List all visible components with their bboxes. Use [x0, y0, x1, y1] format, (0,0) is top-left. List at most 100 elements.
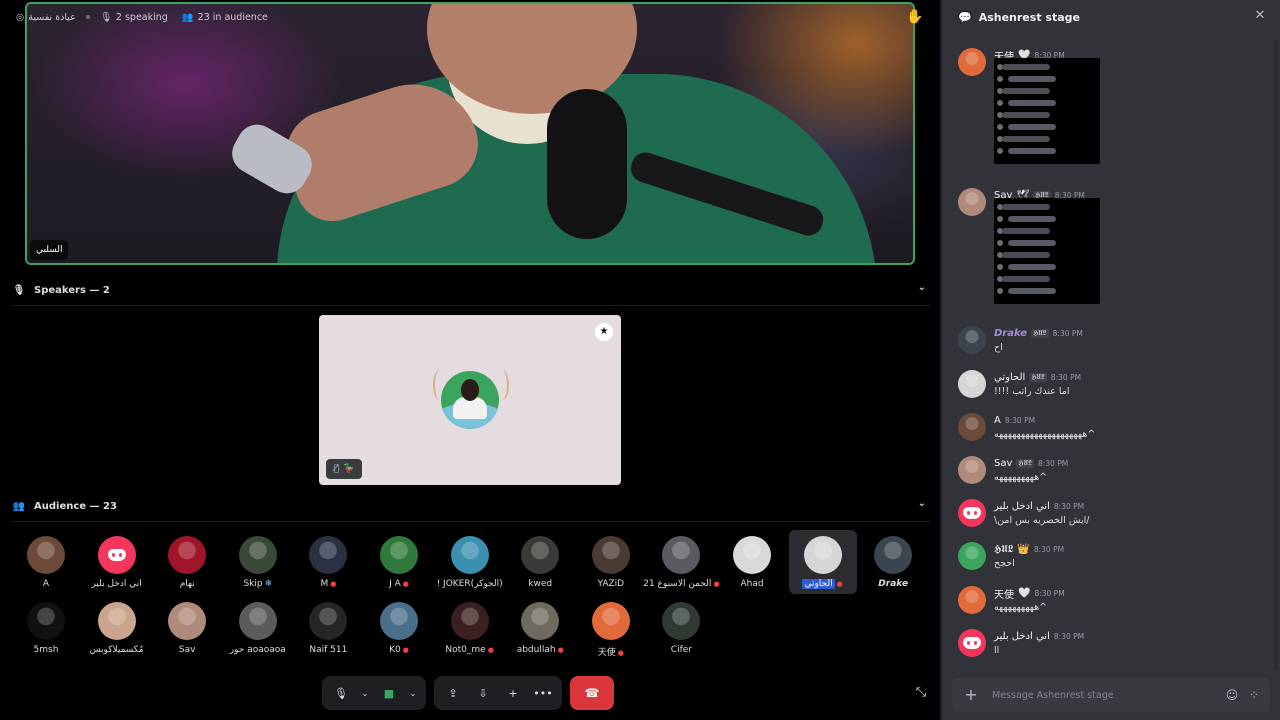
chat-header: 💬 Ashenrest stage	[942, 0, 1280, 34]
audience-member[interactable]: Drake	[859, 530, 927, 594]
audience-member[interactable]: اني ادخل بلير	[83, 530, 151, 594]
message-timestamp: 8:30 PM	[1033, 544, 1065, 554]
message-avatar[interactable]	[958, 586, 986, 614]
mic-group: 🎙 ⌄ ■ ⌄	[322, 676, 426, 710]
audience-member[interactable]: 天使 ●	[577, 596, 645, 660]
share-screen-button[interactable]: ⇪	[440, 680, 466, 706]
chat-panel: 💬 Ashenrest stage ✕ 天使 🤍 8:30 PM Sav 🕊 𝕳𝖀𝕷 8:3…	[940, 0, 1280, 720]
audience-member[interactable]: مُكسميلاكوبس	[83, 596, 151, 660]
chat-message[interactable]: اني ادخل بلير 8:30 PM اا	[958, 629, 1274, 669]
emoji-icon[interactable]: ☺	[1224, 687, 1240, 703]
chat-message[interactable]: Drake 𝕳𝖀𝕷 8:30 PM اح	[958, 326, 1274, 366]
audience-member[interactable]: حور aoaoaoa	[224, 596, 292, 660]
chat-message[interactable]: الحاوتي 𝕳𝖀𝕷 8:30 PM !!!! اما عندك راتب	[958, 370, 1274, 410]
message-avatar[interactable]	[958, 629, 986, 657]
message-header: اني ادخل بلير 8:30 PM	[994, 629, 1084, 643]
audience-member-name: الحمن الاسبوع 21 ●	[643, 579, 720, 589]
audience-member-name: J A ●	[389, 579, 409, 589]
audience-member[interactable]: Skip ❄	[224, 530, 292, 594]
message-input[interactable]	[992, 686, 1212, 704]
leave-stage-button[interactable]: ☎	[570, 676, 614, 710]
move-to-audience-button[interactable]: ⇩	[470, 680, 496, 706]
chat-message[interactable]: Sav 𝕳𝖀𝕷 8:30 PM هههههههههه^	[958, 456, 1274, 496]
audience-member[interactable]: J A ●	[365, 530, 433, 594]
message-avatar[interactable]	[958, 456, 986, 484]
muted-icon: ●	[402, 646, 409, 654]
message-username[interactable]: A	[994, 415, 1001, 426]
audience-text: 23 in audience	[197, 11, 268, 23]
audience-member[interactable]: 5msh	[12, 596, 80, 660]
mic-options-chevron-icon[interactable]: ⌄	[358, 680, 372, 706]
message-avatar[interactable]	[958, 188, 986, 216]
muted-mic-icon: 🎙̸	[333, 464, 340, 474]
message-timestamp: 8:30 PM	[1050, 372, 1082, 382]
chat-scrollbar[interactable]	[1274, 40, 1278, 670]
chat-message[interactable]: A 8:30 PM ههههههههههههههههههههه^	[958, 413, 1274, 453]
message-avatar[interactable]	[958, 370, 986, 398]
mic-button[interactable]: 🎙	[328, 680, 354, 706]
audience-member[interactable]: الحمن الاسبوع 21 ●	[643, 530, 720, 594]
avatar	[380, 536, 418, 574]
chevron-down-icon[interactable]: ⌄	[918, 498, 926, 509]
message-username[interactable]: Drake	[994, 328, 1027, 339]
audience-member[interactable]: ! JOKER(الجوكر)	[436, 530, 504, 594]
message-timestamp: 8:30 PM	[1004, 415, 1036, 425]
audience-member[interactable]: kwed	[506, 530, 574, 594]
message-image[interactable]	[994, 58, 1100, 164]
message-text: اا	[994, 645, 1000, 656]
close-icon[interactable]: ✕	[1252, 8, 1268, 24]
invite-button[interactable]: +	[500, 680, 526, 706]
video-tile[interactable]	[25, 2, 915, 265]
message-avatar[interactable]	[958, 48, 986, 76]
message-username[interactable]: الحاوتي	[994, 372, 1025, 383]
message-username[interactable]: اني ادخل بلير	[994, 501, 1050, 512]
audience-member-name: 5msh	[33, 645, 59, 655]
message-username[interactable]: اني ادخل بلير	[994, 631, 1050, 642]
chat-message[interactable]: 𝕳𝖀𝕷 👑 8:30 PM احجح	[958, 542, 1274, 582]
audience-member[interactable]: Sav	[153, 596, 221, 660]
chevron-down-icon[interactable]: ⌄	[918, 282, 926, 293]
message-username[interactable]: 𝕳𝖀𝕷	[994, 544, 1013, 555]
audience-member[interactable]: نهام	[153, 530, 221, 594]
audience-member[interactable]: الحاوتي ●	[788, 530, 857, 594]
apps-icon[interactable]: ⁘	[1246, 687, 1262, 703]
audience-member[interactable]: A	[12, 530, 80, 594]
chat-message[interactable]: 天使 🤍 8:30 PM	[958, 48, 1274, 178]
audience-member[interactable]: Naif 511	[294, 596, 362, 660]
speakers-section-header[interactable]: 🎙 Speakers — 2 ⌄	[12, 280, 930, 300]
audience-member[interactable]: Not0_me ●	[436, 596, 504, 660]
audience-member[interactable]: YAZiD	[577, 530, 645, 594]
message-text: هههههههههه^	[994, 602, 1048, 613]
avatar	[450, 602, 489, 640]
avatar	[450, 536, 489, 574]
audience-member[interactable]: Ahad	[718, 530, 786, 594]
raise-hand-icon[interactable]: ✋	[906, 8, 924, 26]
audience-member-name: Ahad	[740, 579, 764, 589]
chat-message[interactable]: اني ادخل بلير 8:30 PM \ايش الخصريه بس امن/	[958, 499, 1274, 539]
message-avatar[interactable]	[958, 326, 986, 354]
avatar	[168, 602, 207, 640]
audience-member[interactable]: abdullah ●	[506, 596, 574, 660]
video-button[interactable]: ■	[376, 680, 402, 706]
more-button[interactable]: •••	[530, 680, 556, 706]
message-username[interactable]: 天使	[994, 586, 1014, 601]
chat-message[interactable]: 天使 🤍 8:30 PM هههههههههه^	[958, 586, 1274, 626]
avatar	[168, 536, 207, 574]
message-avatar[interactable]	[958, 499, 986, 527]
audience-member-name: K0 ●	[389, 645, 409, 655]
audience-member[interactable]: K0 ●	[365, 596, 433, 660]
message-avatar[interactable]	[958, 413, 986, 441]
message-username[interactable]: Sav	[994, 458, 1012, 469]
chat-message[interactable]: Sav 🕊 𝕳𝖀𝕷 8:30 PM	[958, 188, 1274, 318]
snowflake-icon: ❄	[264, 579, 273, 589]
audience-member[interactable]: M ●	[294, 530, 362, 594]
exit-fullscreen-icon[interactable]: ⤡	[912, 684, 930, 702]
message-image[interactable]	[994, 198, 1100, 304]
audience-member[interactable]: Cifer	[647, 596, 715, 660]
message-header: A 8:30 PM	[994, 413, 1035, 427]
message-avatar[interactable]	[958, 542, 986, 570]
speaker-card[interactable]: ★ 🎙̸ 🦆	[319, 315, 621, 485]
add-attachment-icon[interactable]: +	[962, 686, 980, 704]
audience-section-header[interactable]: 👥 Audience — 23 ⌄	[12, 496, 930, 516]
video-options-chevron-icon[interactable]: ⌄	[406, 680, 420, 706]
